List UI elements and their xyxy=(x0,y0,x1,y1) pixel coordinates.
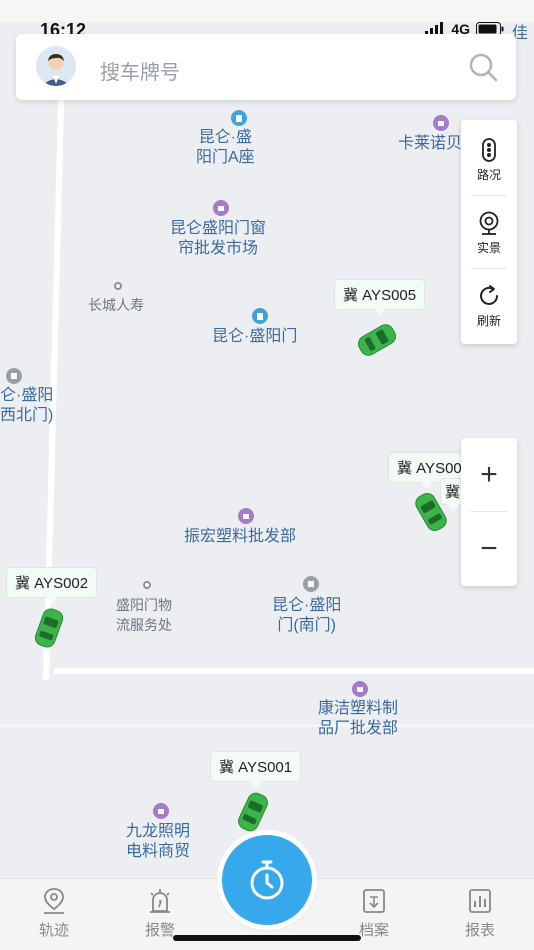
poi-text: 流服务处 xyxy=(116,617,172,633)
status-bar: 16:12 4G xyxy=(0,0,534,40)
search-icon[interactable] xyxy=(468,52,498,82)
vehicle-plate-tag[interactable]: 冀 AYS002 xyxy=(6,567,98,604)
tab-track-label: 轨迹 xyxy=(38,922,69,939)
traffic-light-icon xyxy=(482,137,496,162)
gate-pin-icon xyxy=(303,576,319,592)
building-pin-icon xyxy=(252,308,268,324)
zoom-in-button[interactable]: + xyxy=(461,438,517,512)
zoom-control: + − xyxy=(461,438,517,586)
tab-alarm[interactable]: 报警 xyxy=(120,887,200,940)
poi-label[interactable]: 卡莱诺贝 xyxy=(398,134,462,154)
poi-text: 帘批发市场 xyxy=(178,240,259,257)
road xyxy=(54,668,534,674)
poi-text: 门(南门) xyxy=(277,617,336,634)
archive-icon xyxy=(363,889,385,913)
poi-text: 盛阳门物 xyxy=(116,597,172,613)
poi-label[interactable]: 盛阳门物 流服务处 xyxy=(116,595,172,635)
camera-icon xyxy=(479,211,499,235)
user-avatar-icon xyxy=(36,46,76,86)
poi-text: 昆仑盛阳门窗 xyxy=(170,220,267,237)
refresh-label: 刷新 xyxy=(476,313,501,328)
street-view-label: 实景 xyxy=(476,240,501,255)
divider xyxy=(471,268,507,269)
poi-text: 康洁塑料制 xyxy=(318,700,399,717)
poi-text: 昆仑·盛 xyxy=(198,129,253,146)
car-icon[interactable] xyxy=(235,789,272,835)
tab-track[interactable]: 轨迹 xyxy=(14,887,94,940)
poi-label[interactable]: 振宏塑料批发部 xyxy=(184,527,296,547)
alarm-siren-icon xyxy=(150,889,170,913)
poi-text: 品厂批发部 xyxy=(318,720,399,737)
search-bar[interactable]: 搜车牌号 xyxy=(16,34,516,100)
traffic-label: 路况 xyxy=(476,167,501,182)
vehicle-plate-tag[interactable]: 冀 AYS005 xyxy=(334,279,426,316)
poi-label[interactable]: 康洁塑料制品厂批发部 xyxy=(318,699,398,739)
poi-label[interactable]: 昆仑·盛阳门(南门) xyxy=(272,596,341,636)
poi-text: 电料商贸 xyxy=(126,843,191,860)
poi-text: 阳门A座 xyxy=(196,149,255,166)
tab-report[interactable]: 报表 xyxy=(440,887,520,940)
search-input[interactable]: 搜车牌号 xyxy=(100,56,180,85)
gate-pin-icon xyxy=(6,368,22,384)
poi-label[interactable]: 长城人寿 xyxy=(88,295,144,315)
stopwatch-icon xyxy=(250,860,284,900)
poi-dot-icon xyxy=(114,282,122,290)
poi-label[interactable]: 仑·盛阳西北门) xyxy=(0,386,53,426)
car-icon[interactable] xyxy=(354,320,400,359)
tab-alarm-label: 报警 xyxy=(144,922,175,939)
refresh-button[interactable]: 刷新 xyxy=(461,270,517,342)
street-view-button[interactable]: 实景 xyxy=(461,197,517,269)
shop-pin-icon xyxy=(153,803,169,819)
poi-text: 九龙照明 xyxy=(126,823,191,840)
avatar[interactable] xyxy=(36,46,76,86)
shop-pin-icon xyxy=(352,681,368,697)
shop-pin-icon xyxy=(238,508,254,524)
poi-label[interactable]: 昆仑盛阳门窗 帘批发市场 xyxy=(170,219,266,259)
location-pin-icon xyxy=(44,888,64,914)
map-view[interactable]: 昆仑·盛阳门A座 卡莱诺贝 昆仑盛阳门窗 帘批发市场 长城人寿 昆仑·盛阳门 仑·… xyxy=(0,0,534,880)
tab-archive-label: 档案 xyxy=(358,922,389,939)
bar-chart-icon xyxy=(469,889,491,913)
home-indicator xyxy=(173,935,361,941)
poi-text: 仑·盛阳 xyxy=(0,387,54,404)
building-pin-icon xyxy=(231,110,247,126)
map-tools-panel: 路况 实景 刷新 xyxy=(461,120,517,344)
poi-text: 昆仑·盛阳 xyxy=(272,597,342,614)
poi-text: 西北门) xyxy=(0,407,54,424)
tab-archive[interactable]: 档案 xyxy=(334,887,414,940)
shop-pin-icon xyxy=(213,200,229,216)
tab-report-label: 报表 xyxy=(464,922,495,939)
zoom-out-button[interactable]: − xyxy=(461,512,517,586)
poi-label[interactable]: 昆仑·盛阳门 xyxy=(212,327,297,347)
poi-dot-icon xyxy=(143,581,151,589)
refresh-icon xyxy=(480,284,498,305)
traffic-button[interactable]: 路况 xyxy=(461,124,517,196)
stopwatch-button[interactable] xyxy=(222,835,312,925)
shop-pin-icon xyxy=(433,115,449,131)
car-icon[interactable] xyxy=(32,605,66,650)
poi-label[interactable]: 九龙照明 电料商贸 xyxy=(126,822,190,862)
divider xyxy=(471,195,507,196)
road xyxy=(0,724,534,727)
poi-label[interactable]: 昆仑·盛阳门A座 xyxy=(196,128,255,168)
vehicle-plate-tag[interactable]: 冀 AYS001 xyxy=(210,751,302,788)
